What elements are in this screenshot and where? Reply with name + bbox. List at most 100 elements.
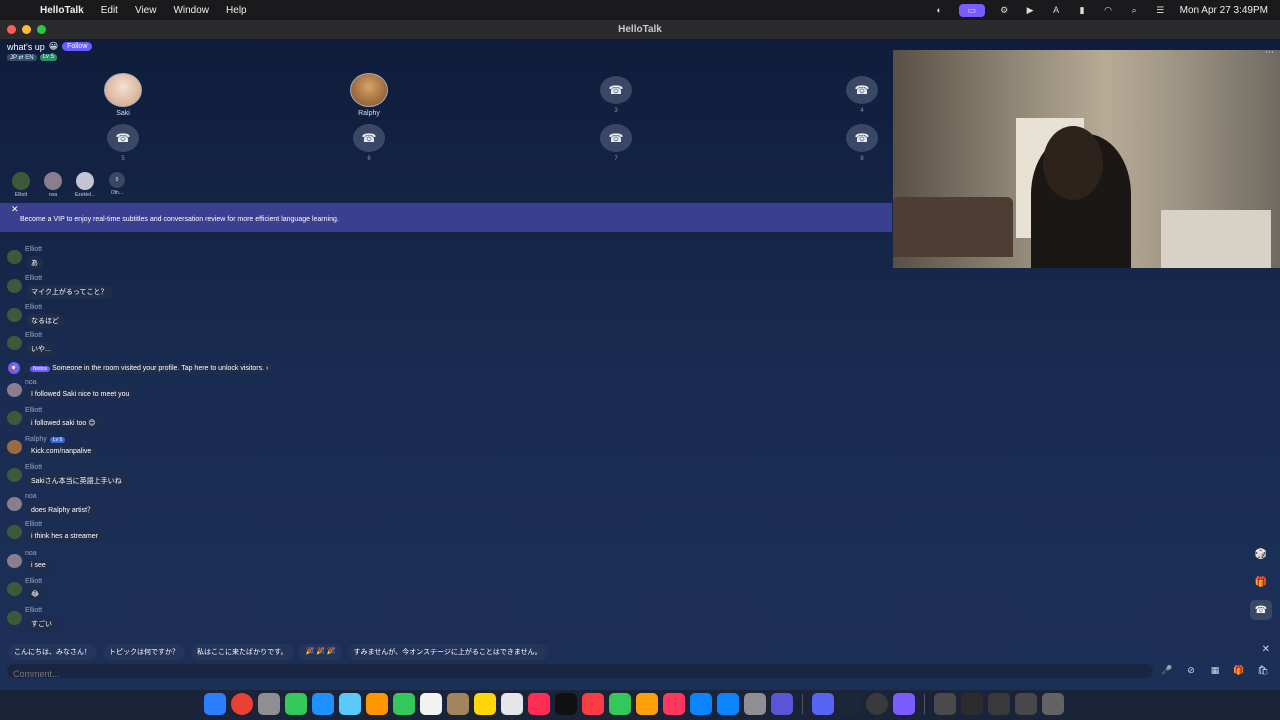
message-author[interactable]: Elliott — [25, 332, 42, 339]
empty-seat-8[interactable]: ☎ 8 — [837, 124, 887, 162]
hellotalk-icon[interactable] — [771, 693, 793, 715]
control-center-icon[interactable]: ☰ — [1154, 5, 1167, 16]
play-icon[interactable]: ▶ — [1024, 5, 1037, 16]
phone-icon[interactable]: ☎ — [107, 124, 139, 152]
visitor-notice[interactable]: 📢 Notice Someone in the room visited you… — [8, 362, 275, 374]
close-icon[interactable]: ✕ — [11, 204, 19, 215]
numbers-icon[interactable] — [609, 693, 631, 715]
quick-reply[interactable]: こんにちは、みなさん！ — [8, 644, 97, 660]
seat-saki[interactable]: Saki — [98, 73, 148, 117]
gift-icon[interactable]: 🎁 — [1250, 572, 1272, 592]
messages-icon[interactable] — [285, 693, 307, 715]
gift-icon[interactable]: 🎁 — [1232, 663, 1246, 677]
video-preview[interactable]: ⋯ — [893, 50, 1280, 268]
avatar[interactable] — [7, 308, 22, 322]
menubar-clock[interactable]: Mon Apr 27 3:49PM — [1180, 5, 1268, 16]
message-author[interactable]: noa — [25, 550, 37, 557]
vip-banner-text[interactable]: Become a VIP to enjoy real-time subtitle… — [20, 216, 339, 223]
system-settings-icon[interactable] — [744, 693, 766, 715]
avatar[interactable] — [7, 279, 22, 293]
calendar-icon[interactable] — [420, 693, 442, 715]
pages-icon[interactable] — [636, 693, 658, 715]
app-store-icon[interactable] — [717, 693, 739, 715]
quick-reply[interactable]: 🎉 🎉 🎉 — [299, 644, 342, 660]
menu-help[interactable]: Help — [226, 5, 247, 16]
message-author[interactable]: noa — [25, 493, 37, 500]
menu-edit[interactable]: Edit — [101, 5, 118, 16]
facetime-icon[interactable] — [393, 693, 415, 715]
avatar[interactable] — [7, 525, 22, 539]
vip-banner[interactable]: ✕ Become a VIP to enjoy real-time subtit… — [0, 203, 892, 232]
contacts-icon[interactable] — [447, 693, 469, 715]
spotlight-search-icon[interactable]: ⌕ — [1128, 5, 1141, 16]
battery-icon[interactable]: ▮ — [1076, 5, 1089, 16]
avatar[interactable] — [7, 497, 22, 511]
quick-reply[interactable]: 私はここに来たばかりです。 — [191, 644, 294, 660]
quick-reply[interactable]: すみませんが、今オンステージに上がることはできません。 — [347, 644, 548, 660]
zoom-window-button[interactable] — [37, 25, 46, 34]
status-gear-icon[interactable]: ⚙ — [998, 5, 1011, 16]
notice-bubble[interactable]: Notice Someone in the room visited your … — [24, 362, 275, 374]
message-author[interactable]: noa — [25, 379, 37, 386]
follow-button[interactable]: Follow — [62, 42, 93, 51]
window-thumbnail-icon[interactable] — [1015, 693, 1037, 715]
menu-app-name[interactable]: HelloTalk — [40, 5, 84, 16]
apple-tv-icon[interactable] — [555, 693, 577, 715]
message-author[interactable]: Elliott — [25, 304, 42, 311]
message-author[interactable]: Elliott — [25, 246, 42, 253]
finder-icon[interactable] — [204, 693, 226, 715]
avatar[interactable] — [76, 172, 94, 190]
close-quick-replies-icon[interactable]: ✕ — [1262, 644, 1270, 655]
seat-ralphy[interactable]: Ralphy — [344, 73, 394, 117]
avatar[interactable] — [12, 172, 30, 190]
chrome-icon[interactable] — [231, 693, 253, 715]
reminders-icon[interactable] — [501, 693, 523, 715]
empty-seat-7[interactable]: ☎ 7 — [591, 124, 641, 162]
phone-icon[interactable]: ☎ — [600, 76, 632, 104]
phone-icon[interactable]: ☎ — [846, 76, 878, 104]
phone-icon[interactable]: ☎ — [846, 124, 878, 152]
empty-seat-4[interactable]: ☎ 4 — [837, 76, 887, 114]
comment-input[interactable] — [7, 667, 1165, 681]
testflight-icon[interactable] — [690, 693, 712, 715]
game-icon[interactable]: 🎲 — [1250, 544, 1272, 564]
news-icon[interactable] — [663, 693, 685, 715]
trash-icon[interactable] — [1042, 693, 1064, 715]
obs-icon[interactable] — [866, 693, 888, 715]
avatar[interactable] — [44, 172, 62, 190]
empty-seat-3[interactable]: ☎ 3 — [591, 76, 641, 114]
close-window-button[interactable] — [7, 25, 16, 34]
status-app-icon[interactable]: ◐ — [933, 5, 946, 16]
quick-reply[interactable]: トピックは何ですか？ — [103, 644, 185, 660]
audience-member[interactable]: noa — [42, 172, 64, 198]
maps-icon[interactable] — [339, 693, 361, 715]
app-icon[interactable] — [893, 693, 915, 715]
screen-share-icon[interactable]: ▭ — [958, 3, 985, 17]
window-thumbnail-icon[interactable] — [961, 693, 983, 715]
avatar[interactable] — [7, 440, 22, 454]
steam-icon[interactable] — [839, 693, 861, 715]
window-thumbnail-icon[interactable] — [934, 693, 956, 715]
wifi-icon[interactable]: ◠ — [1102, 5, 1115, 16]
avatar[interactable] — [104, 73, 142, 107]
avatar[interactable] — [350, 73, 388, 107]
launchpad-icon[interactable] — [258, 693, 280, 715]
empty-seat-5[interactable]: ☎ 5 — [98, 124, 148, 162]
audience-others[interactable]: 8 Oth... — [106, 172, 128, 198]
mute-icon[interactable]: ⊘ — [1184, 663, 1198, 677]
shop-icon[interactable]: 🛍 — [1256, 663, 1270, 677]
audience-member[interactable]: Ezekiel... — [74, 172, 96, 198]
mail-icon[interactable] — [312, 693, 334, 715]
avatar[interactable] — [7, 468, 22, 482]
menu-view[interactable]: View — [135, 5, 157, 16]
avatar[interactable] — [7, 250, 22, 264]
avatar[interactable] — [7, 554, 22, 568]
freeform-icon[interactable] — [528, 693, 550, 715]
phone-icon[interactable]: ☎ — [1250, 600, 1272, 620]
others-count[interactable]: 8 — [109, 172, 125, 188]
message-author[interactable]: Elliott — [25, 464, 42, 471]
empty-seat-6[interactable]: ☎ 6 — [344, 124, 394, 162]
microphone-icon[interactable]: 🎤 — [1160, 663, 1174, 677]
apps-grid-icon[interactable]: ▦ — [1208, 663, 1222, 677]
avatar[interactable] — [7, 582, 22, 596]
